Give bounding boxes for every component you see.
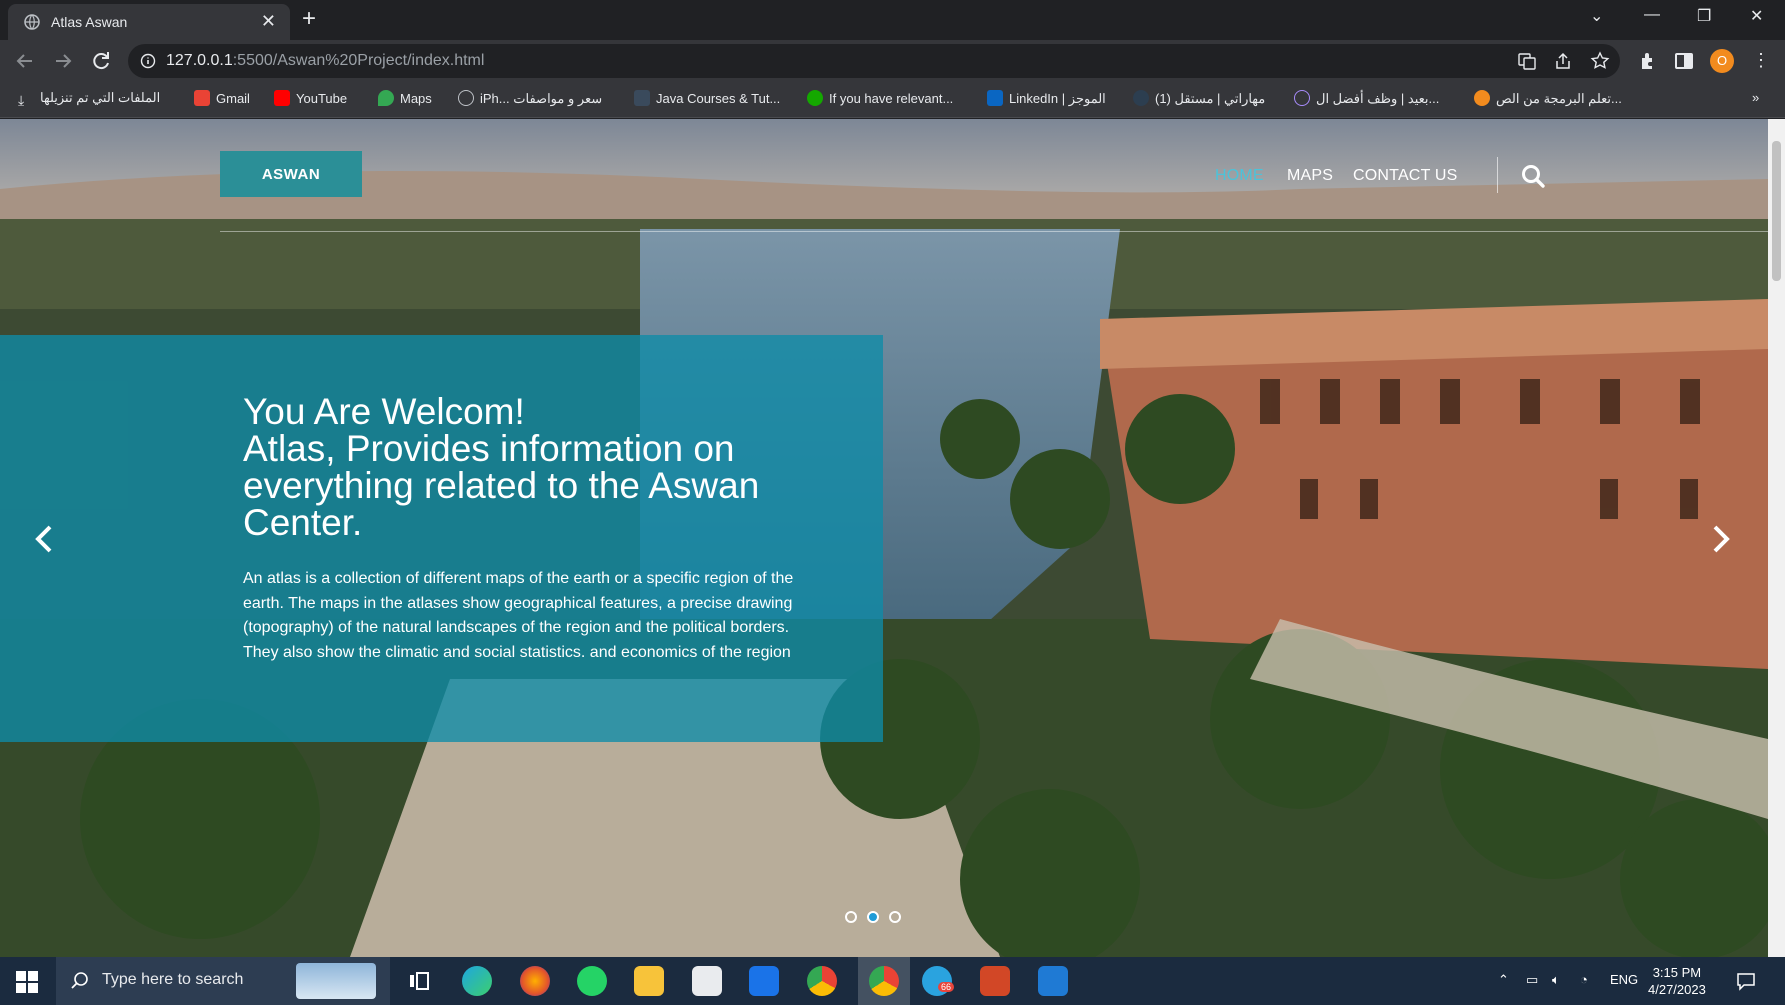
bookmark-star-icon[interactable]: [1590, 51, 1610, 71]
tab-atlas-aswan[interactable]: Atlas Aswan ✕: [8, 4, 290, 40]
battery-icon[interactable]: ▭: [1526, 972, 1538, 988]
nav-underline: [220, 231, 1768, 232]
bookmark-upwork[interactable]: If you have relevant...: [807, 90, 953, 110]
windows-taskbar: Type here to search 66 ⌃ ▭ 🔈︎ ◔ ENG 3:15…: [0, 957, 1785, 1005]
tray-chevron-icon[interactable]: ⌃: [1498, 972, 1509, 988]
translate-icon[interactable]: [1518, 52, 1536, 70]
chevron-left-icon[interactable]: [30, 519, 60, 559]
globe-icon: [24, 14, 40, 30]
carousel-dot-3[interactable]: [889, 911, 901, 923]
search-icon: [71, 972, 88, 989]
maps-pin-icon: [378, 90, 394, 106]
firefox-icon[interactable]: [520, 966, 550, 996]
upwork-icon: [807, 90, 823, 106]
bookmark-maps[interactable]: Maps: [378, 90, 432, 110]
side-panel-icon[interactable]: [1672, 49, 1696, 73]
chrome-active-window[interactable]: [858, 957, 910, 1005]
share-icon[interactable]: [1554, 52, 1572, 70]
search-icon[interactable]: [1520, 163, 1546, 189]
telegram-icon[interactable]: 66: [922, 966, 955, 996]
bookmark-downloads[interactable]: ⤓ الملفات التي تم تنزيلها: [18, 90, 160, 110]
new-tab-button[interactable]: +: [302, 6, 316, 32]
whatsapp-icon[interactable]: [577, 966, 607, 996]
weather-widget-icon[interactable]: [296, 963, 376, 999]
bookmark-mostaql[interactable]: (1) مهاراتي | مستقل: [1133, 90, 1265, 110]
address-bar[interactable]: 127.0.0.1:5500/Aswan%20Project/index.htm…: [128, 44, 1620, 78]
nav-home[interactable]: HOME: [1215, 167, 1264, 185]
minimize-button[interactable]: —: [1644, 6, 1660, 24]
bookmarks-bar: ⤓ الملفات التي تم تنزيلها Gmail YouTube M…: [0, 82, 1785, 118]
hero-caption: You Are Welcom! Atlas, Provides informat…: [0, 335, 883, 742]
back-icon[interactable]: [12, 48, 38, 74]
tab-search-icon[interactable]: ⌄: [1590, 6, 1603, 26]
mostaql-icon: [1133, 90, 1149, 106]
close-window-button[interactable]: ✕: [1750, 6, 1763, 26]
extensions-icon[interactable]: [1636, 49, 1660, 73]
powerpoint-icon[interactable]: [980, 966, 1010, 996]
url-text: 127.0.0.1:5500/Aswan%20Project/index.htm…: [166, 52, 485, 69]
nav-maps[interactable]: MAPS: [1287, 167, 1333, 185]
close-tab-icon[interactable]: ✕: [261, 10, 276, 32]
taskbar-search-box[interactable]: Type here to search: [56, 957, 390, 1005]
wifi-icon[interactable]: ◔: [1580, 972, 1588, 987]
chrome-icon: [869, 966, 899, 996]
jobs-icon: [1294, 90, 1310, 106]
info-icon[interactable]: [140, 53, 156, 69]
globe-icon: [458, 90, 474, 106]
menu-kebab-icon[interactable]: ⋮: [1752, 50, 1770, 71]
carousel-dot-1[interactable]: [845, 911, 857, 923]
volume-icon[interactable]: 🔈︎: [1552, 972, 1560, 988]
bookmarks-overflow[interactable]: »: [1752, 90, 1759, 110]
file-explorer-icon[interactable]: [634, 966, 664, 996]
chrome-icon[interactable]: [807, 966, 837, 996]
nav-divider: [1497, 157, 1498, 193]
bookmark-gmail[interactable]: Gmail: [194, 90, 250, 110]
carousel-dot-2[interactable]: [867, 911, 879, 923]
bookmark-learn-programming[interactable]: تعلم البرمجة من الص...: [1474, 90, 1622, 110]
microsoft-store-icon[interactable]: [692, 966, 722, 996]
taskbar-clock[interactable]: 3:15 PM 4/27/2023: [1648, 964, 1706, 998]
telegram-badge: 66: [938, 982, 955, 992]
windows-start-icon[interactable]: [16, 971, 38, 993]
chevron-right-icon[interactable]: [1705, 519, 1735, 559]
vscode-icon[interactable]: [1038, 966, 1068, 996]
site-logo[interactable]: ASWAN: [220, 151, 362, 197]
bookmark-java-courses[interactable]: Java Courses & Tut...: [634, 90, 780, 110]
hero-heading: You Are Welcom! Atlas, Provides informat…: [243, 391, 760, 543]
bookmark-remote-jobs[interactable]: بعيد | وظف أفضل ال...: [1294, 90, 1439, 110]
taskbar-search-placeholder: Type here to search: [102, 971, 244, 988]
youtube-icon: [274, 90, 290, 106]
mail-icon[interactable]: [749, 966, 779, 996]
tab-title: Atlas Aswan: [51, 14, 128, 30]
java-icon: [634, 90, 650, 106]
reload-icon[interactable]: [88, 48, 114, 74]
nav-contact-us[interactable]: CONTACT US: [1353, 167, 1458, 185]
linkedin-icon: [987, 90, 1003, 106]
profile-avatar[interactable]: O: [1710, 49, 1734, 73]
page-viewport: ASWAN HOME MAPS CONTACT US You Are Welco…: [0, 119, 1768, 957]
scrollbar-thumb[interactable]: [1772, 141, 1781, 281]
language-indicator[interactable]: ENG: [1610, 972, 1638, 987]
bookmark-youtube[interactable]: YouTube: [274, 90, 347, 110]
maximize-button[interactable]: ❐: [1697, 6, 1711, 26]
browser-window: Atlas Aswan ✕ + ⌄ — ❐ ✕ 127.0.0.1:5500/A…: [0, 0, 1785, 1005]
page-scrollbar[interactable]: [1768, 119, 1785, 957]
tab-strip: Atlas Aswan ✕ + ⌄ — ❐ ✕: [0, 0, 1785, 40]
bookmark-linkedin[interactable]: LinkedIn | الموجز: [987, 90, 1106, 110]
programming-icon: [1474, 90, 1490, 106]
gmail-icon: [194, 90, 210, 106]
forward-icon[interactable]: [50, 48, 76, 74]
browser-toolbar: 127.0.0.1:5500/Aswan%20Project/index.htm…: [0, 40, 1785, 82]
edge-icon[interactable]: [462, 966, 492, 996]
hero-description: An atlas is a collection of different ma…: [243, 570, 794, 661]
bookmark-iphone-prices[interactable]: iPh... سعر و مواصفات: [458, 90, 602, 110]
task-view-icon[interactable]: [404, 966, 434, 996]
download-icon: ⤓: [18, 92, 25, 108]
notifications-icon[interactable]: [1736, 971, 1756, 991]
